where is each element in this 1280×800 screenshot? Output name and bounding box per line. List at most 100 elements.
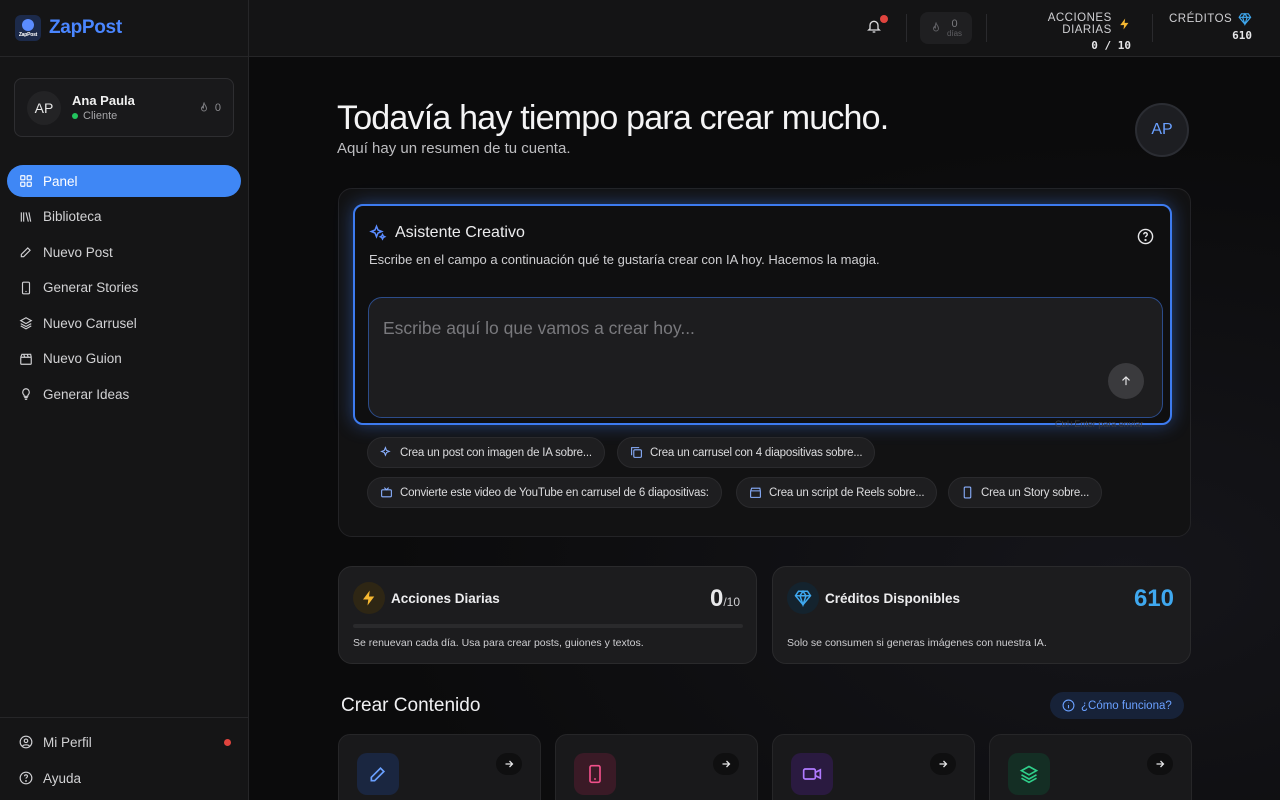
- topbar: 0 días ACCIONES DIARIAS 0 / 10 CRÉDITOS 6…: [249, 0, 1280, 57]
- notification-dot: [224, 738, 231, 746]
- how-it-works-button[interactable]: ¿Cómo funciona?: [1050, 692, 1184, 719]
- layers-icon: [19, 316, 33, 330]
- help-button[interactable]: [1137, 228, 1154, 250]
- suggestion-chip[interactable]: Crea un post con imagen de IA sobre...: [367, 437, 605, 468]
- greeting: Todavía hay tiempo para crear mucho. Aqu…: [337, 99, 889, 157]
- credits-stat: CRÉDITOS 610: [1169, 12, 1252, 42]
- avatar[interactable]: AP: [1135, 103, 1189, 157]
- streak-pill[interactable]: 0 días: [920, 12, 972, 44]
- info-icon: [1062, 699, 1075, 712]
- pencil-icon: [357, 753, 399, 795]
- clapper-icon: [749, 486, 762, 499]
- sidebar-bottom: Mi Perfil Ayuda: [0, 717, 249, 796]
- notifications-button[interactable]: [866, 15, 888, 36]
- brand-name: ZapPost: [49, 17, 122, 38]
- create-script-card[interactable]: [772, 734, 975, 800]
- app-root: ZapPost ZapPost AP Ana Paula Cliente 0 P…: [0, 0, 1280, 800]
- sparkles-icon: [369, 224, 387, 241]
- credits-card: Créditos Disponibles 610 Solo se consume…: [772, 566, 1191, 664]
- library-icon: [19, 210, 33, 224]
- assistant-panel: Asistente Creativo Escribe en el campo a…: [338, 188, 1191, 537]
- sidebar-item-generar-stories[interactable]: Generar Stories: [7, 272, 241, 304]
- flame-icon: [200, 101, 207, 111]
- assistant-box: Asistente Creativo Escribe en el campo a…: [353, 204, 1172, 425]
- card-title: Créditos Disponibles: [825, 591, 961, 606]
- tv-icon: [380, 486, 393, 499]
- card-title: Acciones Diarias: [391, 591, 500, 606]
- sidebar-item-nuevo-carrusel[interactable]: Nuevo Carrusel: [7, 307, 241, 339]
- help-circle-icon: [19, 771, 33, 785]
- sidebar-item-label: Nuevo Carrusel: [43, 315, 137, 331]
- send-button[interactable]: [1108, 363, 1144, 399]
- sidebar-nav: Panel Biblioteca Nuevo Post Generar Stor…: [7, 165, 241, 414]
- sidebar-item-panel[interactable]: Panel: [7, 165, 241, 197]
- user-card[interactable]: AP Ana Paula Cliente 0: [14, 78, 234, 137]
- arrow-right-icon: [1147, 753, 1173, 775]
- sidebar-item-label: Nuevo Guion: [43, 351, 122, 366]
- avatar: AP: [27, 90, 61, 125]
- sidebar-item-label: Biblioteca: [43, 209, 102, 224]
- divider: [906, 14, 907, 42]
- sidebar-item-label: Generar Ideas: [43, 386, 130, 402]
- send-hint: Ctrl+Enter para enviar: [1055, 419, 1144, 429]
- sidebar-item-generar-ideas[interactable]: Generar Ideas: [7, 378, 241, 410]
- brand-logo: ZapPost: [15, 15, 41, 41]
- brand[interactable]: ZapPost ZapPost: [0, 0, 248, 57]
- card-value: 610: [1133, 585, 1174, 612]
- suggestion-chip[interactable]: Crea un script de Reels sobre...: [736, 477, 938, 508]
- status-dot: [72, 113, 78, 119]
- create-carousel-card[interactable]: [989, 734, 1192, 800]
- sidebar-item-mi-perfil[interactable]: Mi Perfil: [0, 724, 249, 760]
- daily-actions-stat: ACCIONES DIARIAS 0 / 10: [1001, 12, 1131, 52]
- sidebar-item-nuevo-post[interactable]: Nuevo Post: [7, 236, 241, 268]
- create-story-card[interactable]: [555, 734, 758, 800]
- daily-actions-value: 0 / 10: [1091, 39, 1131, 52]
- main-content: Todavía hay tiempo para crear mucho. Aqu…: [249, 57, 1280, 800]
- sidebar-item-label: Mi Perfil: [43, 734, 92, 750]
- phone-icon: [19, 281, 33, 295]
- daily-actions-card: Acciones Diarias 0/10 Se renuevan cada d…: [338, 566, 757, 664]
- bulb-icon: [19, 387, 33, 401]
- notification-badge: [880, 15, 888, 23]
- divider: [986, 14, 987, 42]
- prompt-placeholder: Escribe aquí lo que vamos a crear hoy...: [383, 318, 695, 338]
- page-subtitle: Aquí hay un resumen de tu cuenta.: [337, 140, 571, 157]
- help-circle-icon: [1137, 228, 1154, 245]
- create-post-card[interactable]: [338, 734, 541, 800]
- suggestion-chip[interactable]: Crea un Story sobre...: [948, 477, 1103, 508]
- credits-value: 610: [1232, 29, 1252, 42]
- layers-icon: [1008, 753, 1050, 795]
- lightning-icon: [353, 582, 385, 614]
- divider: [1152, 14, 1153, 42]
- page-title: Todavía hay tiempo para crear mucho.: [337, 99, 889, 137]
- grid-icon: [19, 174, 33, 188]
- sidebar-item-ayuda[interactable]: Ayuda: [0, 760, 249, 796]
- clapper-icon: [19, 352, 33, 366]
- arrow-right-icon: [713, 753, 739, 775]
- sparkles-icon: [380, 446, 393, 459]
- card-description: Solo se consumen si generas imágenes con…: [787, 637, 1047, 649]
- lightning-icon: [1119, 18, 1129, 30]
- sidebar-item-nuevo-guion[interactable]: Nuevo Guion: [7, 343, 241, 375]
- streak-count: 0: [951, 17, 958, 30]
- sidebar-item-label: Nuevo Post: [43, 244, 113, 260]
- flame-icon: [932, 22, 939, 32]
- prompt-input[interactable]: Escribe aquí lo que vamos a crear hoy...: [368, 297, 1163, 418]
- video-icon: [791, 753, 833, 795]
- sidebar-item-label: Panel: [43, 173, 78, 189]
- user-streak: 0: [198, 101, 221, 114]
- suggestion-chip[interactable]: Convierte este video de YouTube en carru…: [367, 477, 722, 508]
- suggestion-chip[interactable]: Crea un carrusel con 4 diapositivas sobr…: [617, 437, 876, 468]
- actions-progress-bar: [353, 624, 743, 628]
- arrow-right-icon: [496, 753, 522, 775]
- sidebar: ZapPost ZapPost AP Ana Paula Cliente 0 P…: [0, 0, 249, 800]
- assistant-title: Asistente Creativo: [369, 224, 525, 242]
- gallery-icon: [630, 446, 643, 459]
- diamond-icon: [1238, 12, 1252, 26]
- diamond-icon: [787, 582, 819, 614]
- arrow-right-icon: [930, 753, 956, 775]
- streak-label: días: [946, 28, 963, 38]
- sidebar-item-biblioteca[interactable]: Biblioteca: [7, 201, 241, 233]
- user-role: Cliente: [72, 110, 198, 122]
- arrow-up-icon: [1122, 376, 1130, 386]
